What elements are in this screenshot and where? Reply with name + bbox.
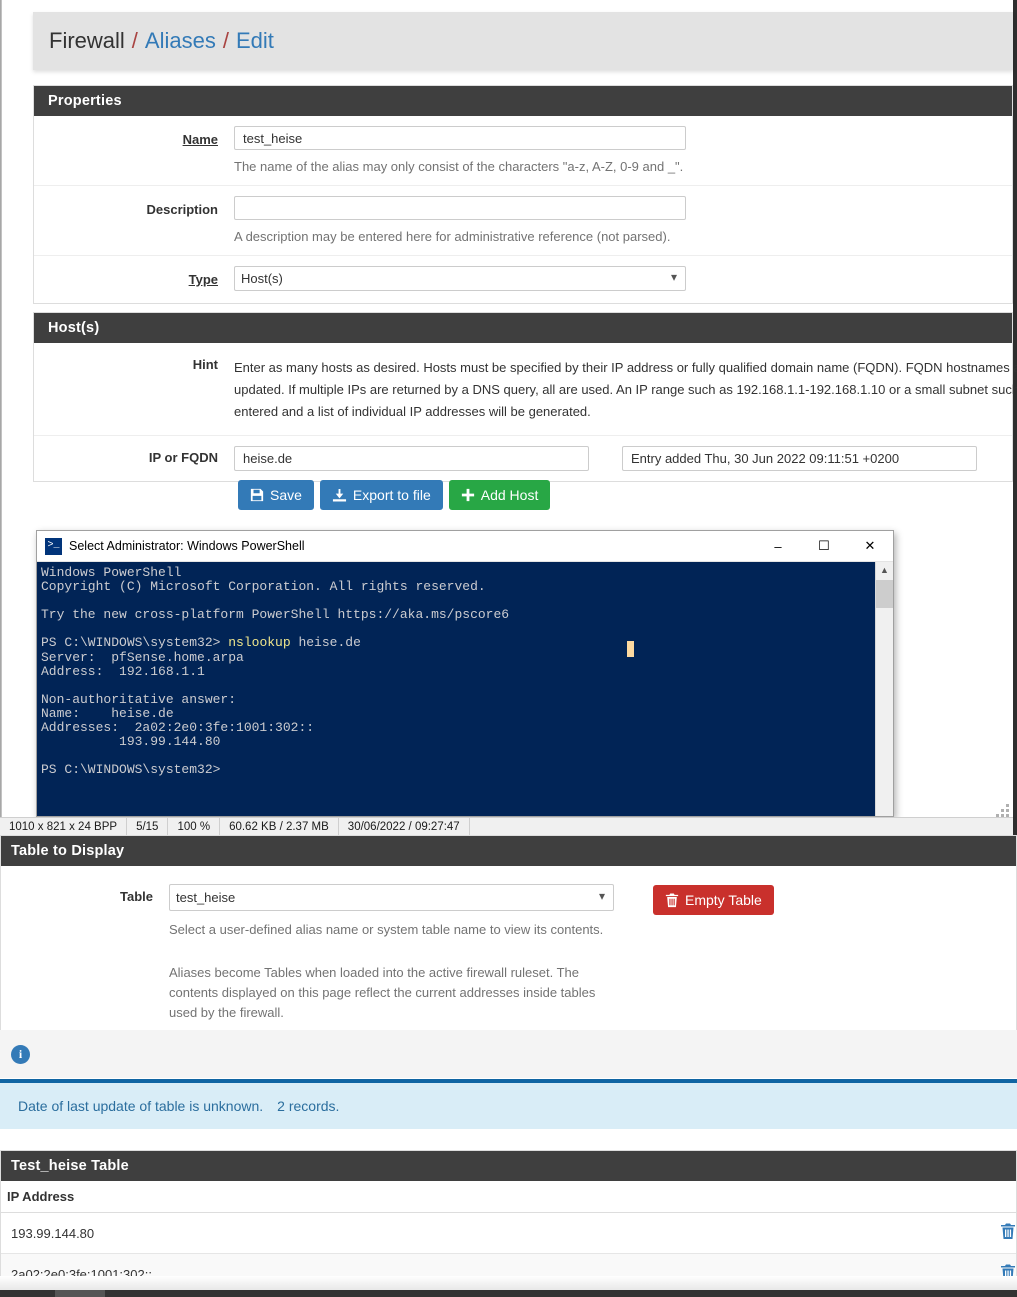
- console-line-7: Server: pfSense.home.arpa: [41, 649, 244, 665]
- hint-text: Enter as many hosts as desired. Hosts mu…: [234, 360, 1017, 419]
- export-button-label: Export to file: [352, 487, 431, 503]
- status-index: 5/15: [127, 817, 169, 836]
- info-alert: Date of last update of table is unknown.…: [0, 1079, 1017, 1129]
- cell-delete[interactable]: [966, 1212, 1016, 1254]
- hosts-heading: Host(s): [34, 313, 1012, 343]
- page-bottom-fade: [0, 1276, 1017, 1290]
- scroll-up-icon[interactable]: ▲: [876, 562, 893, 579]
- description-help: A description may be entered here for ad…: [234, 229, 671, 244]
- powershell-console-output[interactable]: Windows PowerShell Copyright (C) Microso…: [37, 562, 875, 816]
- floppy-disk-icon: [250, 488, 264, 502]
- name-input[interactable]: [234, 126, 686, 150]
- powershell-body: Windows PowerShell Copyright (C) Microso…: [37, 562, 893, 816]
- taskbar-active-item[interactable]: [55, 1290, 105, 1297]
- properties-panel: Properties Name The name of the alias ma…: [33, 85, 1013, 304]
- powershell-title-text: Select Administrator: Windows PowerShell: [69, 539, 305, 553]
- breadcrumb-root: Firewall: [49, 28, 125, 53]
- ip-or-fqdn-label: IP or FQDN: [148, 450, 218, 465]
- empty-table-button[interactable]: Empty Table: [653, 885, 774, 915]
- console-prompt-2: PS C:\WINDOWS\system32>: [41, 762, 221, 778]
- powershell-window[interactable]: >_ Select Administrator: Windows PowerSh…: [36, 530, 894, 817]
- add-host-button[interactable]: Add Host: [448, 480, 551, 510]
- maximize-button[interactable]: ☐: [801, 532, 847, 561]
- description-label: Description: [146, 202, 218, 217]
- status-zoom: 100 %: [168, 817, 221, 836]
- table-to-display-heading: Table to Display: [1, 836, 1016, 866]
- add-host-button-label: Add Host: [480, 487, 539, 503]
- hint-row: Hint Enter as many hosts as desired. Hos…: [34, 343, 1017, 436]
- status-timestamp: 30/06/2022 / 09:27:47: [339, 817, 470, 836]
- powershell-scrollbar[interactable]: ▲: [875, 562, 893, 816]
- console-line-13: 193.99.144.80: [41, 734, 221, 750]
- console-line-10: Non-authoritative answer:: [41, 691, 237, 707]
- console-line-8: Address: 192.168.1.1: [41, 663, 205, 679]
- powershell-app-icon: >_: [45, 537, 62, 555]
- type-select[interactable]: Host(s): [234, 266, 686, 291]
- cell-ip-address: 193.99.144.80: [1, 1212, 966, 1254]
- trash-icon: [665, 893, 679, 907]
- console-command-1-arg: heise.de: [290, 635, 361, 651]
- properties-heading: Properties: [34, 86, 1012, 116]
- breadcrumb-edit-link[interactable]: Edit: [236, 28, 274, 54]
- console-line-1: Windows PowerShell: [41, 565, 182, 580]
- hosts-panel: Host(s) Hint Enter as many hosts as desi…: [33, 312, 1017, 482]
- minimize-button[interactable]: –: [755, 532, 801, 561]
- ip-or-fqdn-row: IP or FQDN: [34, 436, 1012, 481]
- save-button-label: Save: [270, 487, 302, 503]
- powershell-titlebar[interactable]: >_ Select Administrator: Windows PowerSh…: [37, 531, 893, 562]
- scrollbar-thumb[interactable]: [876, 580, 893, 608]
- result-table-panel: Test_heise Table IP Address 193.99.144.8…: [0, 1150, 1017, 1296]
- table-help-1: Select a user-defined alias name or syst…: [169, 922, 604, 937]
- alert-records: 2 records.: [277, 1098, 340, 1114]
- ip-or-fqdn-input[interactable]: [234, 446, 589, 471]
- empty-table-button-label: Empty Table: [685, 892, 762, 908]
- action-button-group: Save Export to file Add Host: [238, 480, 551, 510]
- breadcrumb-separator-2: /: [222, 28, 229, 53]
- export-to-file-button[interactable]: Export to file: [319, 480, 443, 510]
- table-label: Table: [120, 889, 153, 904]
- ip-description-input[interactable]: [622, 446, 977, 471]
- table-header-row: IP Address: [1, 1181, 1016, 1213]
- breadcrumb: Firewall / Aliases / Edit: [33, 12, 1013, 70]
- close-button[interactable]: ✕: [847, 532, 893, 561]
- status-dimensions: 1010 x 821 x 24 BPP: [0, 817, 128, 836]
- description-row: Description A description may be entered…: [34, 186, 1012, 256]
- hint-label: Hint: [192, 357, 218, 372]
- table-select-row: Table test_heise ▾ Select a user-defined…: [1, 866, 1016, 1045]
- name-label: Name: [182, 132, 218, 147]
- download-icon: [332, 488, 346, 501]
- breadcrumb-aliases-link[interactable]: Aliases: [145, 28, 216, 54]
- taskbar: [0, 1290, 1017, 1297]
- description-input[interactable]: [234, 196, 686, 220]
- console-line-2: Copyright (C) Microsoft Corporation. All…: [41, 579, 486, 595]
- console-command-1: nslookup: [228, 635, 291, 651]
- console-prompt-1: PS C:\WINDOWS\system32>: [41, 635, 229, 651]
- column-ip-address: IP Address: [1, 1181, 966, 1213]
- trash-icon[interactable]: [1000, 1223, 1016, 1240]
- name-row: Name The name of the alias may only cons…: [34, 116, 1012, 186]
- name-help: The name of the alias may only consist o…: [234, 159, 684, 174]
- console-line-11: Name: heise.de: [41, 705, 174, 721]
- table-to-display-panel: Table to Display Table test_heise ▾ Sele…: [0, 835, 1017, 1046]
- alert-text: Date of last update of table is unknown.: [18, 1098, 264, 1114]
- plus-icon: [461, 488, 474, 502]
- pfsense-page: Firewall / Aliases / Edit Properties Nam…: [0, 0, 1017, 1297]
- console-line-12: Addresses: 2a02:2e0:3fe:1001:302::: [41, 720, 315, 736]
- info-zone: [0, 1030, 1017, 1078]
- status-size: 60.62 KB / 2.37 MB: [220, 817, 339, 836]
- info-icon: i: [11, 1045, 30, 1064]
- table-row[interactable]: 193.99.144.80: [1, 1212, 1016, 1254]
- console-line-4: Try the new cross-platform PowerShell ht…: [41, 607, 510, 623]
- resize-grip-icon[interactable]: [996, 804, 1010, 818]
- table-select[interactable]: test_heise: [169, 884, 614, 911]
- save-button[interactable]: Save: [238, 480, 314, 510]
- type-label: Type: [188, 272, 218, 287]
- table-help-2: Aliases become Tables when loaded into t…: [169, 965, 596, 1020]
- column-actions: [966, 1181, 1016, 1213]
- result-table-heading: Test_heise Table: [1, 1151, 1016, 1181]
- type-row: Type Host(s) ▾: [34, 256, 1012, 303]
- breadcrumb-separator-1: /: [131, 28, 138, 53]
- image-viewer-statusbar: 1010 x 821 x 24 BPP 5/15 100 % 60.62 KB …: [0, 817, 1013, 836]
- console-cursor: [627, 641, 634, 657]
